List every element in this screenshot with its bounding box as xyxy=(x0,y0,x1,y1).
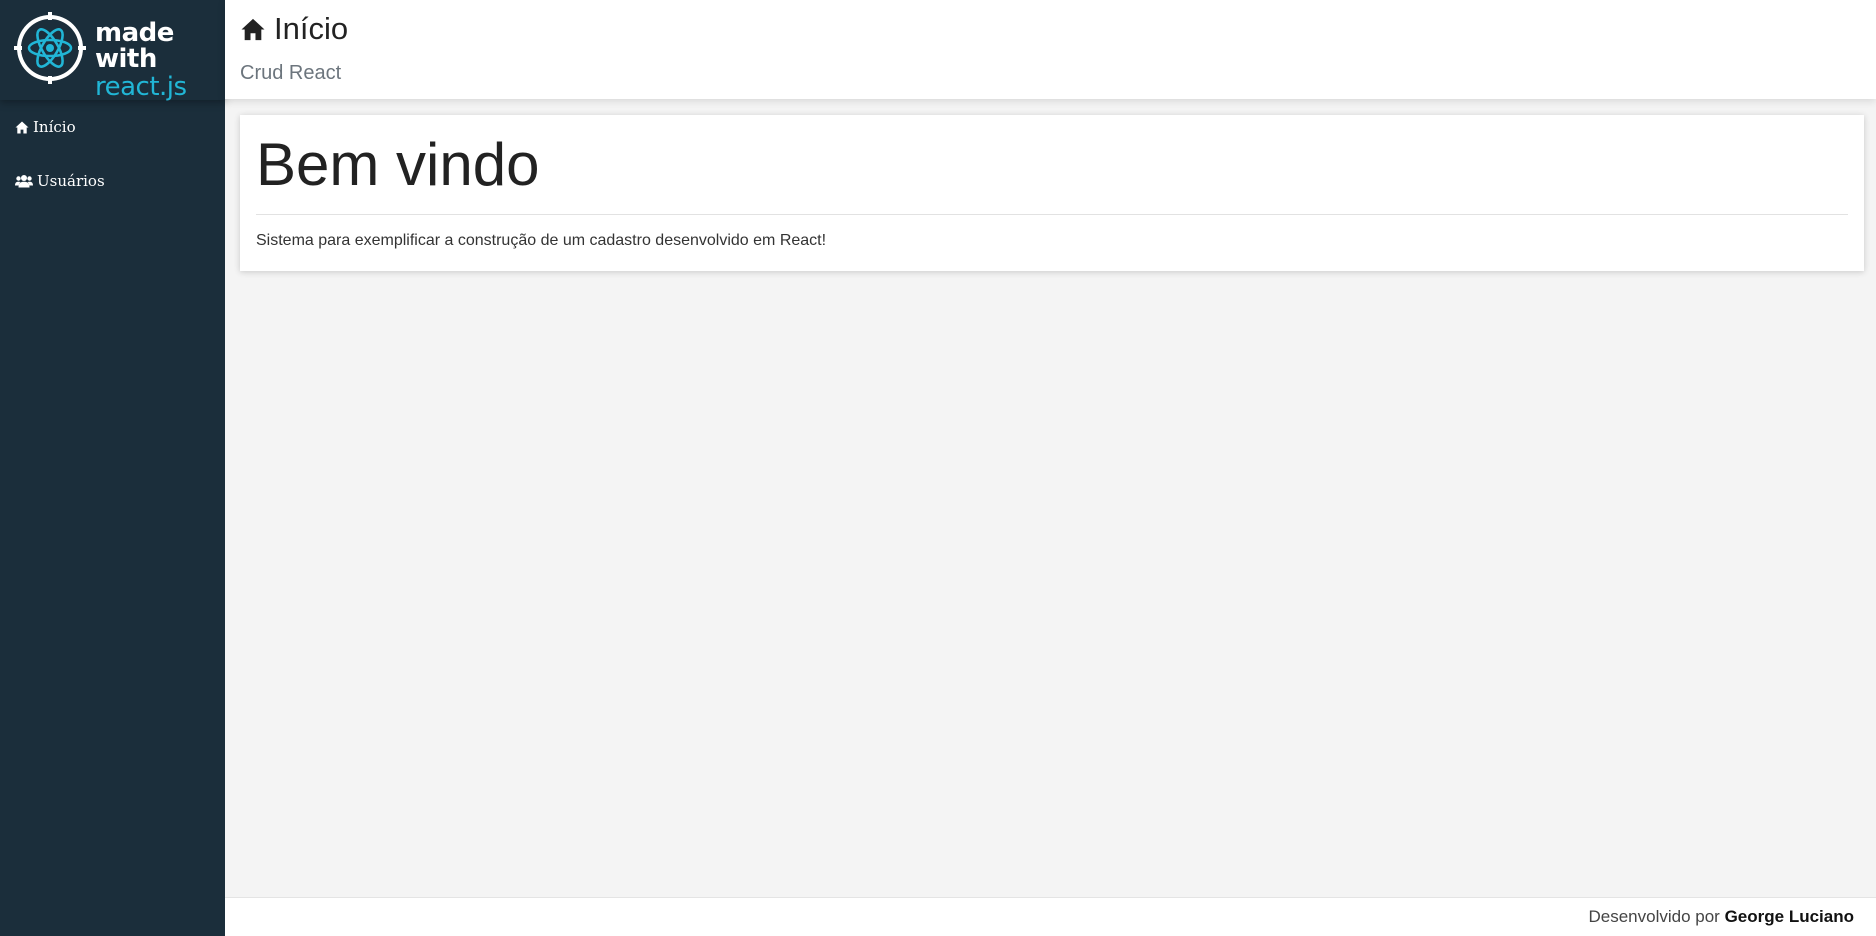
logo[interactable]: made with react.js xyxy=(0,0,225,100)
page-subtitle: Crud React xyxy=(240,62,342,84)
logo-text-react: react.js xyxy=(95,72,187,102)
welcome-description: Sistema para exemplificar a construção d… xyxy=(256,232,827,249)
home-icon xyxy=(15,121,29,133)
footer-author: George Luciano xyxy=(1724,907,1854,926)
footer-credits: Desenvolvido por George Luciano xyxy=(1588,907,1854,927)
page-title-text: Início xyxy=(274,11,349,46)
sidebar: made with react.js Início Usuários xyxy=(0,0,225,936)
welcome-heading: Bem vindo xyxy=(256,131,540,198)
page-footer: Desenvolvido por George Luciano xyxy=(225,897,1876,936)
divider xyxy=(256,214,1848,215)
sidebar-item-inicio[interactable]: Início xyxy=(0,100,225,154)
home-icon xyxy=(241,18,265,40)
react-logo-icon xyxy=(14,12,86,84)
app-root: made with react.js Início Usuários Iníci… xyxy=(0,0,1876,936)
sidebar-item-label: Início xyxy=(33,118,76,136)
welcome-card: Bem vindo Sistema para exemplificar a co… xyxy=(240,115,1864,271)
footer-prefix: Desenvolvido por xyxy=(1588,907,1720,926)
logo-text-made-with: made with xyxy=(95,18,174,74)
page-title: Início xyxy=(240,11,348,47)
sidebar-item-label: Usuários xyxy=(37,172,105,190)
page-header: Início Crud React xyxy=(225,0,1876,99)
sidebar-menu: Início Usuários xyxy=(0,100,225,208)
sidebar-item-usuarios[interactable]: Usuários xyxy=(0,154,225,208)
users-icon xyxy=(15,175,33,188)
